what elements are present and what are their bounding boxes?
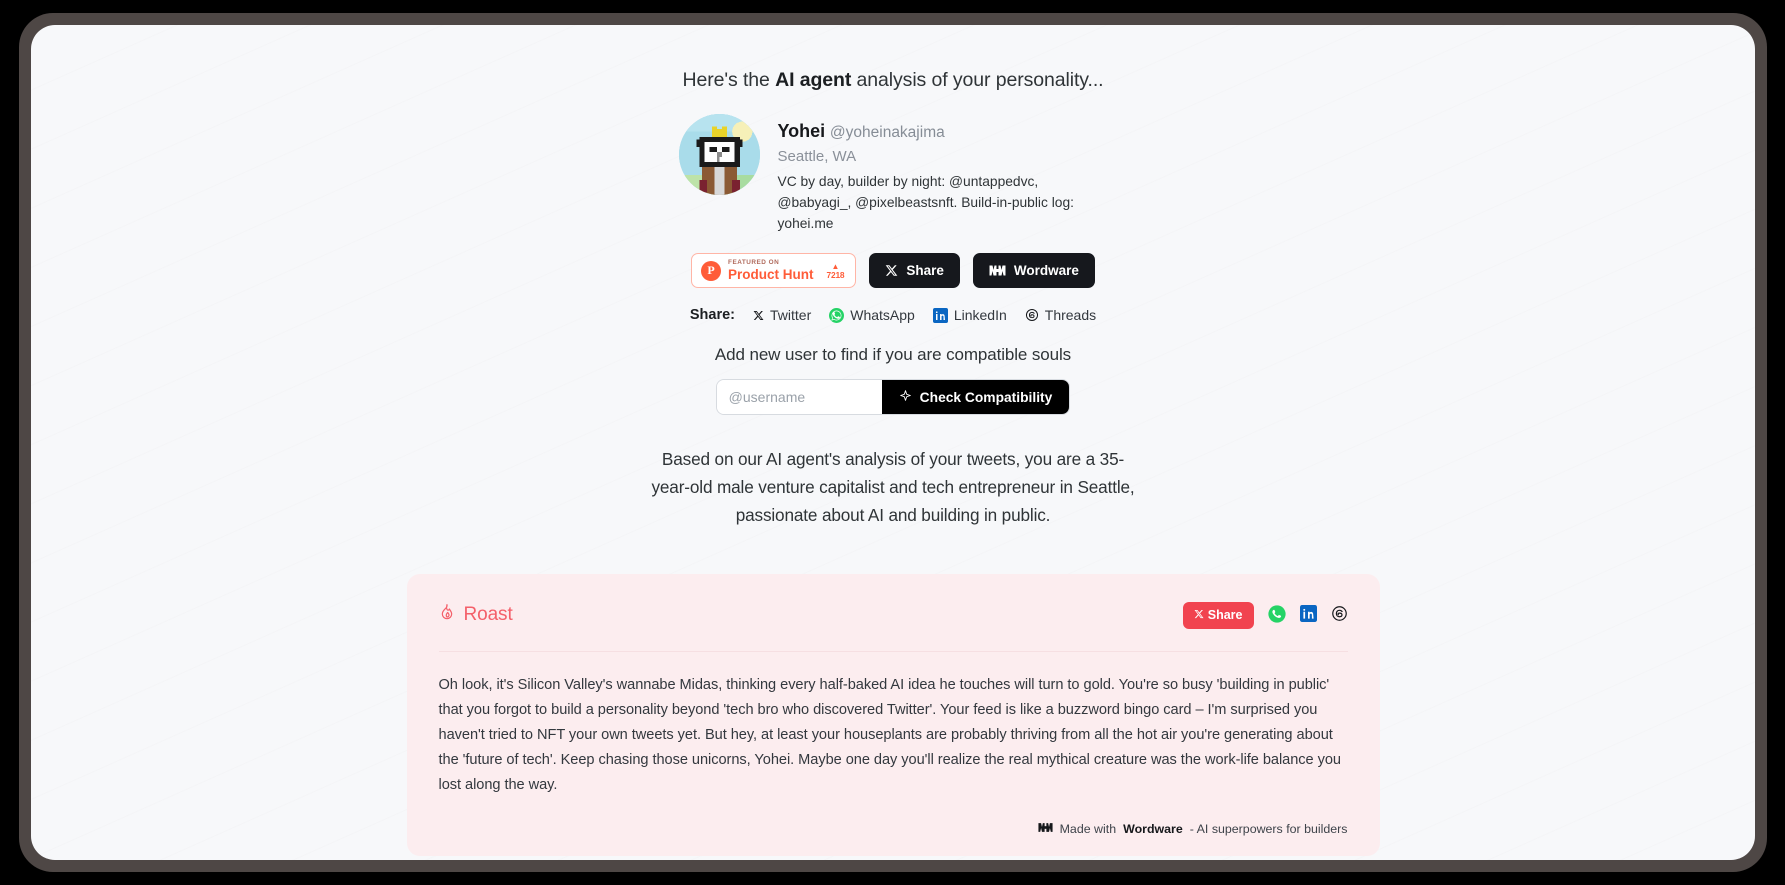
profile-bio: VC by day, builder by night: @untappedvc… — [777, 174, 1074, 232]
roast-share-x-button[interactable]: Share — [1182, 601, 1254, 629]
product-hunt-upvote-count: 7218 — [826, 269, 845, 280]
share-link-threads[interactable]: Threads — [1025, 307, 1096, 323]
device-frame: Here's the AI agent analysis of your per… — [19, 13, 1767, 872]
product-hunt-icon: P — [701, 260, 722, 281]
username-input[interactable] — [716, 380, 882, 415]
check-compatibility-button[interactable]: Check Compatibility — [881, 380, 1070, 415]
profile-handle: @yoheinakajima — [829, 124, 945, 141]
profile-card: Yohei @yoheinakajima Seattle, WA VC by d… — [31, 114, 1755, 235]
wordware-logo-icon — [989, 264, 1006, 277]
share-link-whatsapp[interactable]: WhatsApp — [829, 307, 915, 323]
analysis-paragraph: Based on our AI agent's analysis of your… — [651, 449, 1135, 526]
headline-emphasis: AI agent — [775, 69, 852, 91]
roast-share-x-label: Share — [1207, 608, 1243, 623]
threads-icon — [1331, 605, 1348, 625]
share-link-twitter[interactable]: Twitter — [753, 307, 811, 323]
roast-card: Roast Share Oh look, it's Silicon Valley… — [406, 573, 1380, 857]
profile-display-name: Yohei — [777, 121, 826, 141]
roast-body-text: Oh look, it's Silicon Valley's wannabe M… — [438, 676, 1342, 794]
wordware-logo-icon — [1038, 822, 1053, 836]
roast-card-footer: Made with Wordware - AI superpowers for … — [439, 822, 1348, 836]
compatibility-input-group: Check Compatibility — [716, 380, 1070, 415]
threads-icon — [1025, 308, 1039, 322]
share-on-x-label: Share — [906, 263, 944, 279]
x-twitter-icon — [1194, 608, 1204, 622]
profile-meta: Yohei @yoheinakajima Seattle, WA VC by d… — [778, 114, 1108, 235]
linkedin-icon — [1299, 605, 1317, 625]
roast-share-whatsapp-button[interactable] — [1267, 605, 1286, 626]
roast-card-header: Roast Share — [438, 601, 1348, 652]
linkedin-icon — [932, 307, 948, 323]
page-headline: Here's the AI agent analysis of your per… — [31, 69, 1755, 92]
product-hunt-name: Product Hunt — [728, 267, 814, 283]
roast-share-threads-button[interactable] — [1331, 605, 1348, 625]
wordware-label: Wordware — [1013, 263, 1079, 279]
roast-share-linkedin-button[interactable] — [1299, 605, 1317, 625]
whatsapp-icon — [1267, 605, 1286, 626]
roast-card-actions: Share — [1182, 601, 1348, 629]
headline-prefix: Here's the — [682, 69, 776, 91]
avatar — [678, 114, 760, 195]
share-on-x-button[interactable]: Share — [869, 253, 960, 289]
profile-location: Seattle, WA — [777, 148, 857, 166]
flame-icon — [439, 603, 455, 627]
wordware-button[interactable]: Wordware — [972, 253, 1095, 289]
x-twitter-icon — [753, 310, 764, 321]
roast-title-group: Roast — [439, 603, 513, 627]
x-twitter-icon — [885, 264, 898, 277]
footer-brand: Wordware — [1123, 822, 1183, 837]
headline-suffix: analysis of your personality... — [851, 69, 1104, 91]
page-viewport: Here's the AI agent analysis of your per… — [31, 25, 1755, 860]
badge-button-row: P FEATURED ON Product Hunt ▲ 7218 Share — [31, 253, 1755, 289]
footer-prefix: Made with — [1059, 822, 1117, 837]
pixel-bear-crown-avatar — [678, 114, 760, 195]
product-hunt-text: FEATURED ON Product Hunt — [728, 258, 814, 283]
page-content: Here's the AI agent analysis of your per… — [31, 25, 1755, 860]
product-hunt-featured-label: FEATURED ON — [728, 258, 780, 266]
product-hunt-badge[interactable]: P FEATURED ON Product Hunt ▲ 7218 — [691, 253, 857, 289]
share-link-linkedin-label: LinkedIn — [953, 307, 1007, 324]
share-link-linkedin[interactable]: LinkedIn — [932, 307, 1007, 324]
share-bar-label: Share: — [689, 307, 735, 324]
product-hunt-upvotes: ▲ 7218 — [826, 262, 845, 280]
share-bar: Share: Twitter WhatsApp LinkedIn Threads — [31, 307, 1755, 323]
share-link-whatsapp-label: WhatsApp — [850, 307, 915, 324]
compatibility-form: Check Compatibility — [31, 380, 1755, 415]
sparkle-icon — [899, 389, 912, 405]
profile-name-line: Yohei @yoheinakajima — [778, 120, 1108, 143]
share-link-twitter-label: Twitter — [770, 307, 812, 324]
whatsapp-icon — [829, 307, 845, 323]
roast-title-label: Roast — [463, 604, 513, 626]
check-compatibility-label: Check Compatibility — [919, 389, 1053, 405]
footer-suffix: - AI superpowers for builders — [1189, 822, 1348, 837]
compatibility-title: Add new user to find if you are compatib… — [714, 345, 1072, 365]
share-link-threads-label: Threads — [1044, 307, 1097, 324]
